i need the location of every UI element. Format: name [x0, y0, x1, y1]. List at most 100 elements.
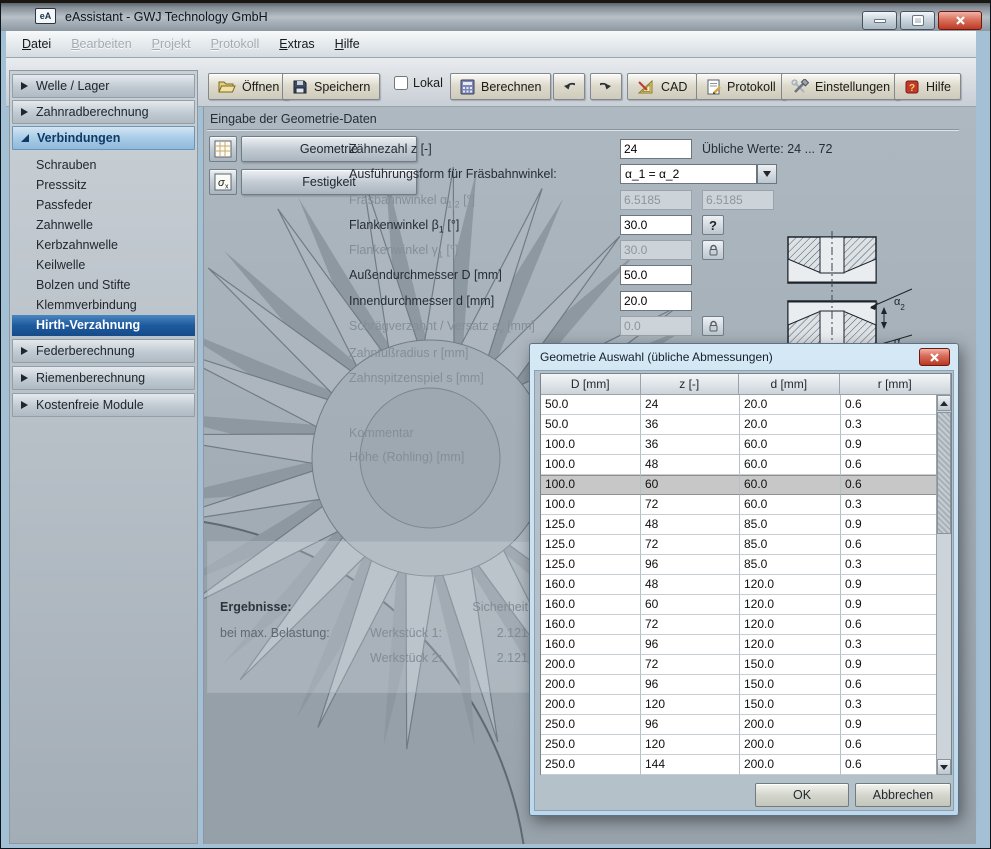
table-cell: 60.0 [740, 455, 841, 475]
scroll-down-button[interactable] [937, 759, 951, 775]
chevron-down-icon [763, 171, 771, 177]
outer-diameter-input[interactable] [620, 265, 692, 285]
cancel-button[interactable]: Abbrechen [855, 783, 951, 807]
menu-datei[interactable]: Datei [12, 33, 61, 55]
table-cell: 200.0 [541, 655, 641, 675]
ok-button[interactable]: OK [755, 783, 849, 807]
table-row[interactable]: 160.0 72 120.0 0.6 [541, 615, 938, 635]
table-row[interactable]: 125.0 96 85.0 0.3 [541, 555, 938, 575]
table-cell: 72 [641, 655, 740, 675]
column-header-d[interactable]: d [mm] [739, 374, 840, 395]
redo-icon [600, 80, 612, 93]
table-row[interactable]: 250.0 120 200.0 0.6 [541, 735, 938, 755]
flank-angle-help-button[interactable]: ? [702, 215, 724, 235]
form-type-select[interactable]: α_1 = α_2 [620, 164, 757, 184]
table-cell: 0.6 [841, 675, 938, 695]
table-row[interactable]: 160.0 48 120.0 0.9 [541, 575, 938, 595]
table-scrollbar[interactable] [936, 395, 951, 775]
table-row[interactable]: 200.0 120 150.0 0.3 [541, 695, 938, 715]
redo-button[interactable] [590, 73, 622, 100]
table-row[interactable]: 50.0 24 20.0 0.6 [541, 395, 938, 415]
milling-angle-label: Fräsbahnwinkel α1|2 [°] [349, 193, 475, 210]
workpiece-2-label: Werkstück 2: [370, 651, 442, 665]
table-row[interactable]: 100.0 48 60.0 0.6 [541, 455, 938, 475]
calculate-button[interactable]: Berechnen [450, 73, 551, 100]
sidebar: Welle / Lager Zahnradberechnung Verbindu… [9, 70, 198, 844]
table-cell: 0.6 [841, 475, 938, 495]
settings-button[interactable]: Einstellungen [781, 73, 900, 100]
sidebar-item-passfeder[interactable]: Passfeder [12, 195, 195, 215]
table-row[interactable]: 250.0 96 200.0 0.9 [541, 715, 938, 735]
table-row[interactable]: 250.0 144 200.0 0.6 [541, 755, 938, 775]
menu-hilfe[interactable]: Hilfe [325, 33, 370, 55]
local-checkbox[interactable] [394, 76, 408, 90]
table-row[interactable]: 100.0 36 60.0 0.9 [541, 435, 938, 455]
help-button[interactable]: ? Hilfe [894, 73, 961, 100]
sidebar-item-klemmverbindung[interactable]: Klemmverbindung [12, 295, 195, 315]
undo-icon [563, 80, 575, 93]
sidebar-item-bolzen-und-stifte[interactable]: Bolzen und Stifte [12, 275, 195, 295]
table-cell: 0.6 [841, 615, 938, 635]
sidebar-item-zahnwelle[interactable]: Zahnwelle [12, 215, 195, 235]
table-cell: 150.0 [740, 695, 841, 715]
dialog-title: Geometrie Auswahl (übliche Abmessungen) [540, 350, 773, 364]
dialog-close-button[interactable] [919, 348, 950, 366]
sidebar-group-kostenfreie-module[interactable]: Kostenfreie Module [12, 393, 195, 417]
tooth-count-input[interactable] [620, 139, 692, 159]
table-row[interactable]: 100.0 60 60.0 0.6 [541, 475, 938, 495]
sidebar-item-keilwelle[interactable]: Keilwelle [12, 255, 195, 275]
geometry-selection-dialog: Geometrie Auswahl (übliche Abmessungen) … [529, 343, 959, 816]
table-row[interactable]: 100.0 72 60.0 0.3 [541, 495, 938, 515]
flank-angle-beta-input[interactable] [620, 215, 692, 235]
scrollbar-thumb[interactable] [937, 412, 951, 534]
column-header-z[interactable]: z [-] [641, 374, 740, 395]
maximize-button[interactable] [900, 11, 935, 30]
flank-angle-beta-label: Flankenwinkel β1 [°] [349, 218, 459, 235]
local-checkbox-group: Lokal [394, 76, 443, 90]
menu-extras[interactable]: Extras [269, 33, 324, 55]
close-icon [956, 16, 965, 25]
table-row[interactable]: 125.0 72 85.0 0.6 [541, 535, 938, 555]
column-header-D[interactable]: D [mm] [541, 374, 641, 395]
table-row[interactable]: 125.0 48 85.0 0.9 [541, 515, 938, 535]
save-icon [292, 79, 308, 95]
table-row[interactable]: 50.0 36 20.0 0.3 [541, 415, 938, 435]
cad-button[interactable]: CAD [627, 73, 697, 100]
table-cell: 100.0 [541, 475, 641, 495]
table-cell: 96 [641, 635, 740, 655]
sidebar-group-welle-lager[interactable]: Welle / Lager [12, 74, 195, 98]
sidebar-item-schrauben[interactable]: Schrauben [12, 155, 195, 175]
inner-diameter-input[interactable] [620, 291, 692, 311]
form-type-dropdown-button[interactable] [757, 164, 777, 184]
save-button[interactable]: Speichern [282, 73, 380, 100]
flank-angle-gamma-lock-button[interactable] [702, 240, 724, 260]
undo-button[interactable] [553, 73, 585, 100]
open-button[interactable]: Öffnen [208, 73, 289, 100]
sidebar-group-zahnradberechnung[interactable]: Zahnradberechnung [12, 100, 195, 124]
offset-lock-button[interactable] [702, 316, 724, 336]
table-cell: 96 [641, 675, 740, 695]
safety-column-header: Sicherheit [408, 600, 528, 614]
column-header-r[interactable]: r [mm] [840, 374, 951, 395]
minimize-button[interactable] [862, 11, 897, 30]
scroll-up-button[interactable] [937, 395, 951, 411]
protocol-button[interactable]: Protokoll [696, 73, 786, 100]
table-row[interactable]: 200.0 96 150.0 0.6 [541, 675, 938, 695]
table-cell: 0.9 [841, 435, 938, 455]
sidebar-item-hirth-verzahnung[interactable]: Hirth-Verzahnung [12, 315, 195, 336]
sidebar-item-kerbzahnwelle[interactable]: Kerbzahnwelle [12, 235, 195, 255]
table-cell: 200.0 [541, 695, 641, 715]
table-cell: 200.0 [740, 755, 841, 775]
table-row[interactable]: 160.0 60 120.0 0.9 [541, 595, 938, 615]
sidebar-group-riemenberechnung[interactable]: Riemenberechnung [12, 366, 195, 390]
sidebar-group-federberechnung[interactable]: Federberechnung [12, 339, 195, 363]
geometry-table: D [mm] z [-] d [mm] r [mm] 50.0 24 20.0 … [540, 373, 952, 775]
table-cell: 0.6 [841, 755, 938, 775]
table-row[interactable]: 200.0 72 150.0 0.9 [541, 655, 938, 675]
sidebar-item-presssitz[interactable]: Presssitz [12, 175, 195, 195]
sidebar-group-verbindungen[interactable]: Verbindungen [12, 126, 195, 150]
workpiece-1-label: Werkstück 1: [370, 626, 442, 640]
table-cell: 125.0 [541, 555, 641, 575]
table-row[interactable]: 160.0 96 120.0 0.3 [541, 635, 938, 655]
close-button[interactable] [938, 11, 982, 30]
